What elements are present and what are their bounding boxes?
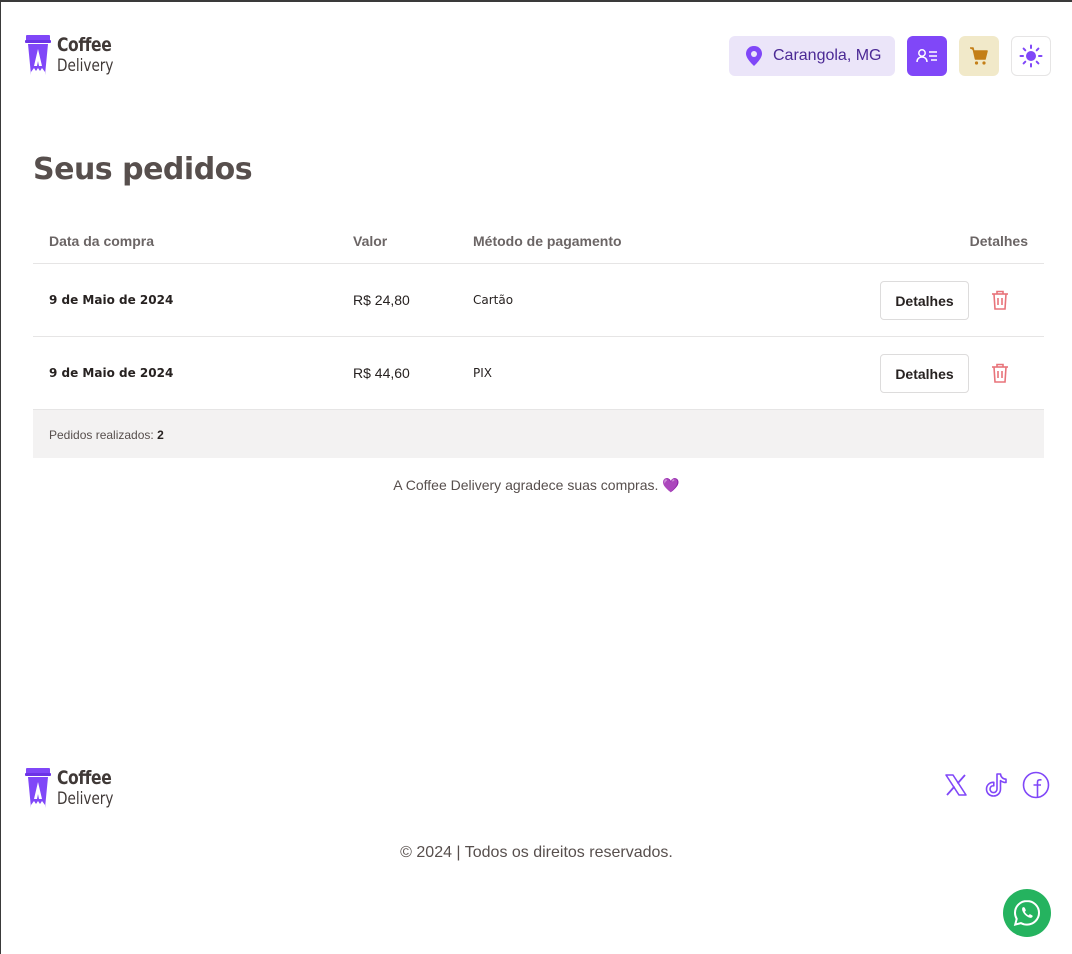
delete-order-button[interactable] bbox=[989, 362, 1011, 384]
copyright-text: © 2024 | Todos os direitos reservados. bbox=[400, 844, 673, 861]
logo-word-coffee: Coffee bbox=[57, 33, 112, 56]
coffee-cup-logo-icon bbox=[25, 768, 51, 808]
order-payment-method: Cartão bbox=[473, 293, 514, 307]
coffee-cup-logo-icon bbox=[25, 35, 51, 75]
table-header: Data da compra Valor Método de pagamento… bbox=[33, 216, 1044, 264]
table-row: 9 de Maio de 2024 R$ 24,80 Cartão Detalh… bbox=[33, 264, 1044, 337]
header-value: Valor bbox=[353, 233, 388, 249]
facebook-icon bbox=[1022, 771, 1050, 799]
trash-icon bbox=[992, 290, 1008, 310]
logo-word-delivery: Delivery bbox=[57, 55, 114, 76]
logo[interactable]: Coffee Delivery bbox=[25, 35, 128, 75]
orders-count-value: 2 bbox=[157, 428, 164, 442]
header-date: Data da compra bbox=[49, 233, 155, 249]
orders-count-text: Pedidos realizados: bbox=[49, 428, 154, 442]
details-button[interactable]: Detalhes bbox=[880, 354, 969, 393]
orders-table: Data da compra Valor Método de pagamento… bbox=[33, 216, 1044, 458]
header-details: Detalhes bbox=[969, 233, 1028, 249]
user-list-icon bbox=[916, 49, 937, 63]
page-title: Seus pedidos bbox=[33, 152, 253, 187]
whatsapp-button[interactable] bbox=[1003, 889, 1051, 937]
sun-icon bbox=[1019, 44, 1043, 68]
order-value: R$ 24,80 bbox=[353, 292, 410, 308]
trash-icon bbox=[992, 363, 1008, 383]
user-orders-button[interactable] bbox=[907, 36, 947, 76]
x-link[interactable] bbox=[941, 770, 971, 800]
header: Coffee Delivery Carangola, MG bbox=[1, 2, 1072, 106]
logo-word-coffee: Coffee bbox=[57, 766, 112, 789]
order-date: 9 de Maio de 2024 bbox=[49, 366, 174, 380]
footer-logo[interactable]: Coffee Delivery bbox=[25, 768, 128, 808]
facebook-link[interactable] bbox=[1021, 770, 1051, 800]
table-row: 9 de Maio de 2024 R$ 44,60 PIX Detalhes bbox=[33, 337, 1044, 410]
orders-count-label: Pedidos realizados: 2 bbox=[49, 428, 164, 442]
header-method: Método de pagamento bbox=[473, 233, 622, 249]
location-badge[interactable]: Carangola, MG bbox=[729, 36, 895, 76]
cart-button[interactable] bbox=[959, 36, 999, 76]
x-icon bbox=[945, 774, 967, 796]
tiktok-icon bbox=[985, 773, 1007, 797]
delete-order-button[interactable] bbox=[989, 289, 1011, 311]
order-value: R$ 44,60 bbox=[353, 365, 410, 381]
order-payment-method: PIX bbox=[473, 366, 492, 380]
theme-toggle-button[interactable] bbox=[1011, 36, 1051, 76]
location-text: Carangola, MG bbox=[773, 47, 882, 64]
details-button[interactable]: Detalhes bbox=[880, 281, 969, 320]
order-date: 9 de Maio de 2024 bbox=[49, 293, 174, 307]
thanks-message: A Coffee Delivery agradece suas compras.… bbox=[393, 477, 680, 493]
tiktok-link[interactable] bbox=[981, 770, 1011, 800]
logo-word-delivery: Delivery bbox=[57, 788, 114, 809]
table-footer: Pedidos realizados: 2 bbox=[33, 410, 1044, 458]
cart-icon bbox=[970, 47, 988, 65]
map-pin-icon bbox=[746, 46, 762, 66]
whatsapp-icon bbox=[1013, 899, 1041, 926]
